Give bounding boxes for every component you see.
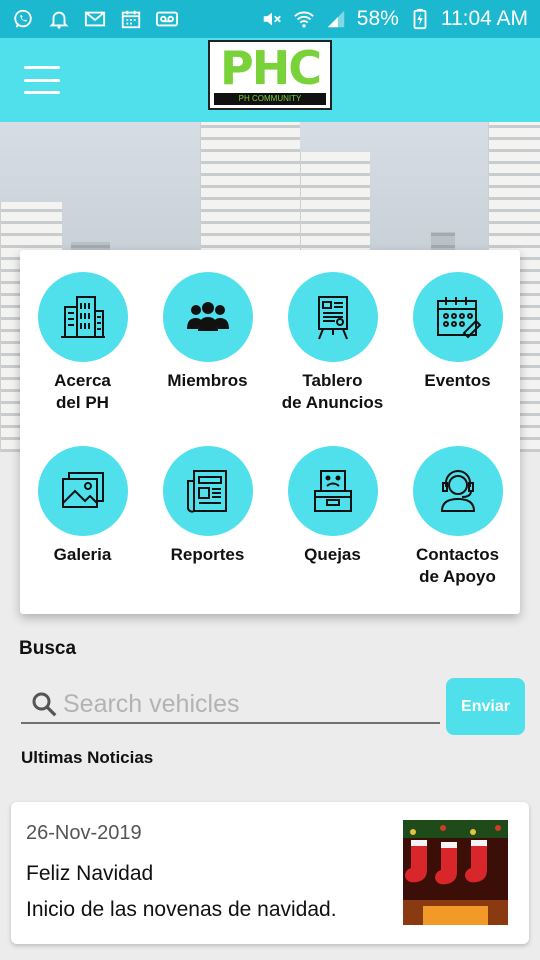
menu-label: Reportes bbox=[170, 545, 245, 564]
signal-icon bbox=[325, 8, 347, 30]
news-heading: Ultimas Noticias bbox=[21, 748, 154, 767]
menu-grid-card: Acerca del PH Miembros Tablero de Anunci… bbox=[20, 250, 520, 614]
calendar-icon bbox=[120, 8, 142, 30]
wifi-icon bbox=[293, 8, 315, 30]
support-agent-icon bbox=[440, 470, 475, 512]
menu-hamburger-icon[interactable] bbox=[24, 66, 60, 94]
search-input[interactable] bbox=[63, 689, 423, 719]
notification-bell-icon bbox=[48, 8, 70, 30]
menu-label: Quejas bbox=[304, 545, 361, 564]
group-icon bbox=[186, 302, 229, 331]
calendar-icon bbox=[436, 297, 481, 339]
mute-icon bbox=[261, 8, 283, 30]
news-date: 26-Nov-2019 bbox=[26, 822, 142, 844]
app-bar: PHC PH COMMUNITY bbox=[0, 38, 540, 122]
news-thumbnail-image bbox=[403, 820, 508, 925]
menu-item-tablero[interactable]: Tablero de Anuncios bbox=[270, 272, 395, 414]
status-notifications bbox=[12, 8, 178, 30]
send-button[interactable]: Enviar bbox=[446, 678, 525, 735]
newspaper-icon bbox=[186, 470, 227, 513]
menu-label: Acerca del PH bbox=[54, 371, 111, 412]
app-logo: PHC PH COMMUNITY bbox=[208, 40, 332, 110]
battery-percent: 58% bbox=[356, 7, 399, 30]
search-field bbox=[21, 686, 440, 724]
logo-subtitle: PH COMMUNITY bbox=[214, 93, 326, 105]
menu-label: Miembros bbox=[167, 371, 248, 390]
battery-charging-icon bbox=[409, 8, 431, 30]
complaint-box-icon bbox=[313, 470, 352, 512]
status-bar: 58% 11:04 AM bbox=[0, 0, 540, 38]
logo-text: PHC bbox=[220, 41, 322, 95]
menu-item-acerca[interactable]: Acerca del PH bbox=[20, 272, 145, 414]
gallery-icon bbox=[61, 472, 104, 508]
news-title: Feliz Navidad bbox=[26, 862, 154, 885]
menu-label: Tablero de Anuncios bbox=[281, 371, 384, 412]
building-icon bbox=[60, 296, 105, 338]
clock: 11:04 AM bbox=[440, 7, 528, 30]
menu-label: Eventos bbox=[424, 371, 491, 390]
voicemail-icon bbox=[156, 8, 178, 30]
menu-label: Contactos de Apoyo bbox=[415, 545, 500, 586]
gmail-icon bbox=[84, 8, 106, 30]
menu-item-reportes[interactable]: Reportes bbox=[145, 446, 270, 566]
menu-item-galeria[interactable]: Galeria bbox=[20, 446, 145, 566]
notice-board-icon bbox=[317, 296, 348, 340]
news-description: Inicio de las novenas de navidad. bbox=[26, 898, 337, 921]
menu-label: Galeria bbox=[53, 545, 112, 564]
whatsapp-icon bbox=[12, 8, 34, 30]
menu-item-eventos[interactable]: Eventos bbox=[395, 272, 520, 392]
menu-item-miembros[interactable]: Miembros bbox=[145, 272, 270, 392]
search-icon bbox=[32, 692, 57, 717]
menu-item-quejas[interactable]: Quejas bbox=[270, 446, 395, 566]
search-heading: Busca bbox=[19, 638, 77, 659]
menu-item-contactos[interactable]: Contactos de Apoyo bbox=[395, 446, 520, 588]
news-card[interactable]: 26-Nov-2019 Feliz Navidad Inicio de las … bbox=[11, 802, 529, 944]
status-system: 58% 11:04 AM bbox=[261, 7, 528, 31]
